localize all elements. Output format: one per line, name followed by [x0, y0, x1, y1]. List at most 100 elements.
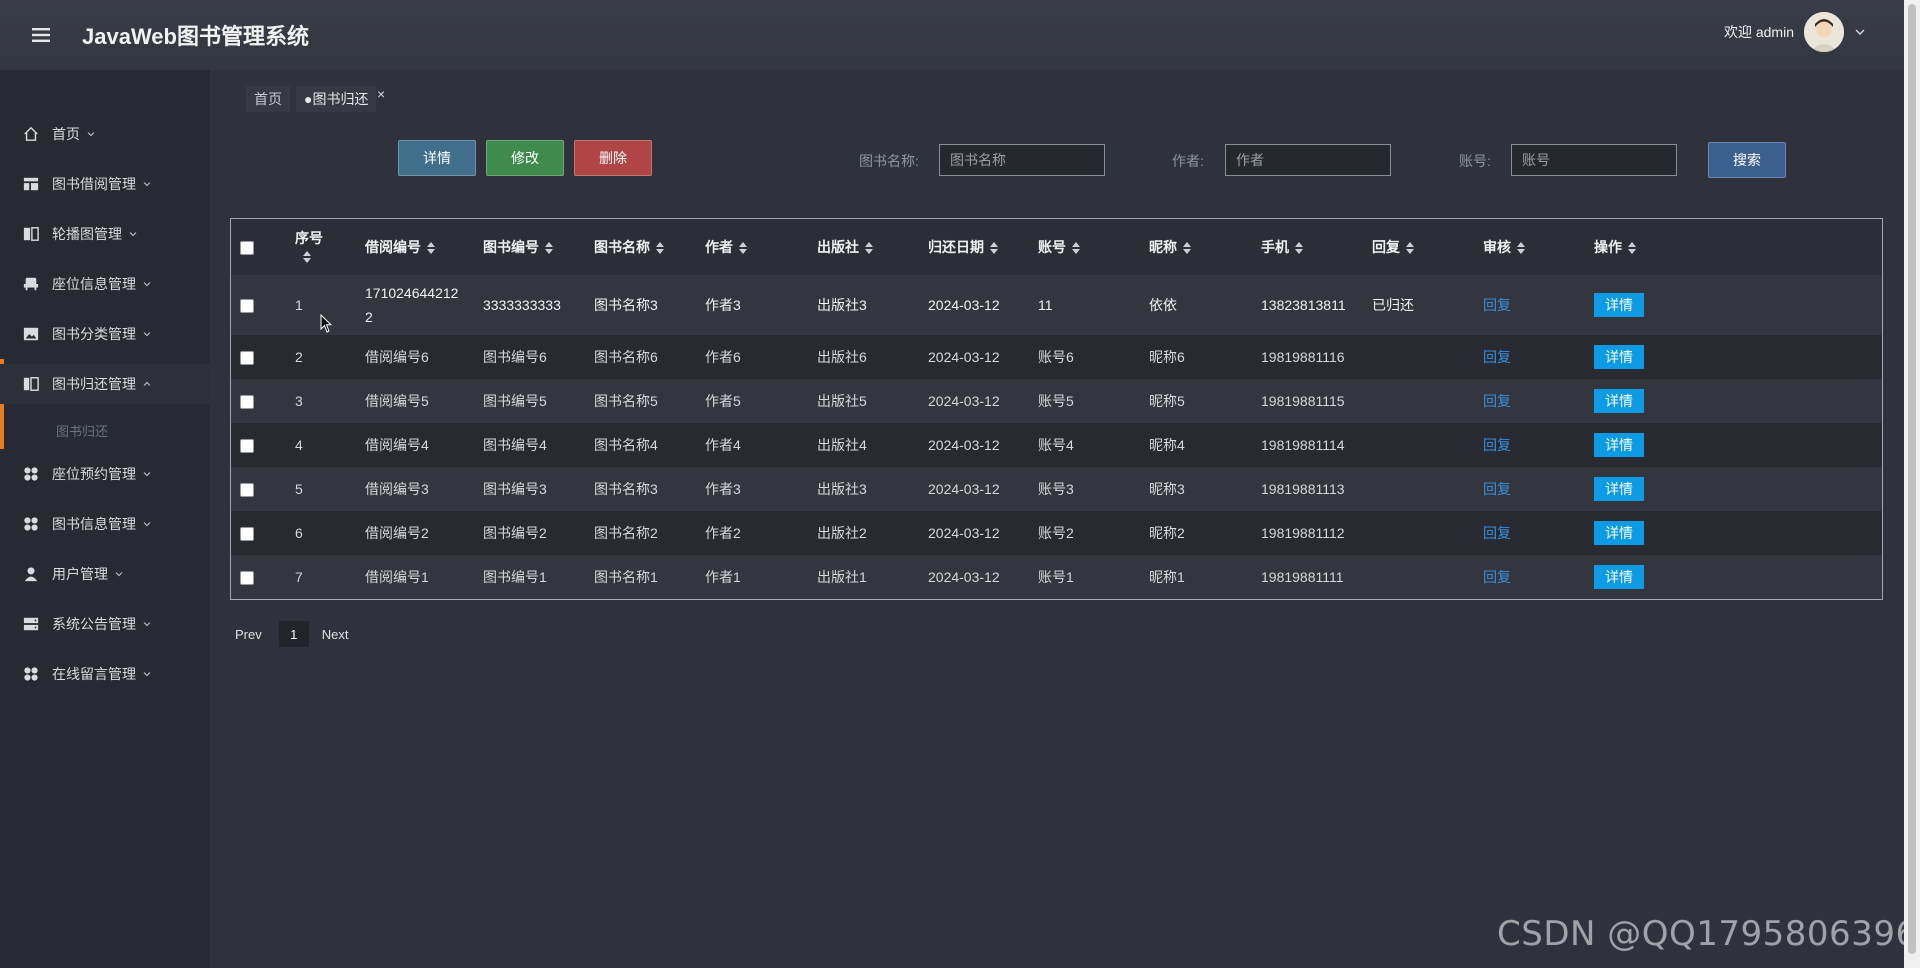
close-icon[interactable]: ×: [377, 86, 385, 102]
reply-link[interactable]: 回复: [1483, 437, 1511, 453]
book-name-input[interactable]: [939, 144, 1105, 176]
sort-icon[interactable]: [427, 242, 435, 255]
chevron-down-icon[interactable]: [1854, 26, 1866, 38]
row-detail-button[interactable]: 详情: [1594, 293, 1644, 317]
apps-icon: [22, 465, 40, 483]
row-checkbox[interactable]: [240, 483, 254, 498]
row-detail-button[interactable]: 详情: [1594, 389, 1644, 413]
column-header[interactable]: 手机: [1261, 219, 1372, 275]
table-row[interactable]: 6 借阅编号2 图书编号2 图书名称2 作者2 出版社2 2024-03-12 账号2 昵称2 1…: [231, 511, 1882, 555]
sort-icon[interactable]: [1183, 242, 1191, 255]
row-detail-button[interactable]: 详情: [1594, 433, 1644, 457]
sidebar-item-borrow[interactable]: 图书借阅管理: [0, 164, 210, 204]
sort-icon[interactable]: [1517, 242, 1525, 255]
tab-book-return[interactable]: ●图书归还: [296, 86, 377, 112]
row-checkbox[interactable]: [240, 527, 254, 542]
row-detail-button[interactable]: 详情: [1594, 345, 1644, 369]
author-input[interactable]: [1225, 144, 1391, 176]
row-detail-button[interactable]: 详情: [1594, 477, 1644, 501]
row-checkbox[interactable]: [240, 351, 254, 366]
cell-account: 账号4: [1038, 437, 1074, 453]
prev-page-button[interactable]: Prev: [235, 627, 262, 642]
sidebar-item-messages[interactable]: 在线留言管理: [0, 654, 210, 694]
row-checkbox[interactable]: [240, 571, 254, 586]
detail-button[interactable]: 详情: [398, 140, 476, 176]
sort-icon[interactable]: [1072, 242, 1080, 255]
sidebar-item-seat-booking[interactable]: 座位预约管理: [0, 454, 210, 494]
column-header[interactable]: 作者: [705, 219, 817, 275]
table-row[interactable]: 1 171024644212 2 3333333333 图书名称3 作者3 出版社3 2024…: [231, 275, 1882, 335]
column-header[interactable]: 借阅编号: [365, 219, 483, 275]
sidebar-item-home[interactable]: 首页: [0, 114, 210, 154]
table-row[interactable]: 4 借阅编号4 图书编号4 图书名称4 作者4 出版社4 2024-03-12 账号4 昵称4 1…: [231, 423, 1882, 467]
page-1-button[interactable]: 1: [278, 621, 309, 647]
sort-icon[interactable]: [545, 242, 553, 255]
cell-return-date: 2024-03-12: [928, 437, 1000, 453]
column-header[interactable]: 归还日期: [928, 219, 1038, 275]
server-icon: [22, 615, 40, 633]
tab-home[interactable]: 首页: [246, 86, 290, 112]
user-menu[interactable]: 欢迎 admin: [1724, 12, 1866, 52]
avatar[interactable]: [1804, 12, 1844, 52]
sort-icon[interactable]: [656, 242, 664, 255]
sort-icon[interactable]: [303, 251, 311, 264]
sidebar-item-category[interactable]: 图书分类管理: [0, 314, 210, 354]
menu-toggle-icon[interactable]: [0, 28, 82, 42]
column-header[interactable]: 图书名称: [594, 219, 705, 275]
table-row[interactable]: 7 借阅编号1 图书编号1 图书名称1 作者1 出版社1 2024-03-12 账号1 昵称1 1…: [231, 555, 1882, 599]
row-checkbox[interactable]: [240, 439, 254, 454]
scrollbar-thumb[interactable]: [1908, 4, 1916, 954]
sort-icon[interactable]: [739, 242, 747, 255]
table-row[interactable]: 3 借阅编号5 图书编号5 图书名称5 作者5 出版社5 2024-03-12 账号5 昵称5 1…: [231, 379, 1882, 423]
cell-author: 作者3: [705, 297, 741, 313]
row-detail-button[interactable]: 详情: [1594, 565, 1644, 589]
row-checkbox[interactable]: [240, 299, 254, 314]
cell-book-name: 图书名称3: [594, 297, 658, 313]
cell-borrow-no-line2: 2: [365, 309, 373, 325]
row-checkbox[interactable]: [240, 395, 254, 410]
reply-link[interactable]: 回复: [1483, 393, 1511, 409]
column-header[interactable]: 出版社: [817, 219, 928, 275]
column-header[interactable]: 审核: [1483, 219, 1594, 275]
column-header[interactable]: 操作: [1594, 219, 1882, 275]
scrollbar[interactable]: [1904, 0, 1920, 968]
reply-link[interactable]: 回复: [1483, 481, 1511, 497]
sidebar-item-users[interactable]: 用户管理: [0, 554, 210, 594]
sidebar-item-seat-info[interactable]: 座位信息管理: [0, 264, 210, 304]
sidebar-item-book-info[interactable]: 图书信息管理: [0, 504, 210, 544]
column-header[interactable]: 账号: [1038, 219, 1149, 275]
cell-account: 账号6: [1038, 349, 1074, 365]
search-button[interactable]: 搜索: [1708, 142, 1786, 178]
column-header[interactable]: 序号: [295, 219, 365, 275]
edit-button[interactable]: 修改: [486, 140, 564, 176]
cell-borrow-no-line1: 借阅编号6: [365, 349, 429, 365]
table-row[interactable]: 2 借阅编号6 图书编号6 图书名称6 作者6 出版社6 2024-03-12 账号6 昵称6 1…: [231, 335, 1882, 379]
account-input[interactable]: [1511, 144, 1677, 176]
delete-button[interactable]: 删除: [574, 140, 652, 176]
sidebar-subitem-return[interactable]: 图书归还: [56, 421, 108, 440]
cell-account: 11: [1038, 297, 1053, 313]
sidebar-item-announcements[interactable]: 系统公告管理: [0, 604, 210, 644]
sort-icon[interactable]: [1295, 242, 1303, 255]
sort-icon[interactable]: [1406, 242, 1414, 255]
sidebar-item-carousel[interactable]: 轮播图管理: [0, 214, 210, 254]
table-row[interactable]: 5 借阅编号3 图书编号3 图书名称3 作者3 出版社3 2024-03-12 账号3 昵称3 1…: [231, 467, 1882, 511]
reply-link[interactable]: 回复: [1483, 569, 1511, 585]
chevron-down-icon: [143, 672, 151, 677]
sort-icon[interactable]: [990, 242, 998, 255]
sort-icon[interactable]: [1628, 242, 1636, 255]
sort-icon[interactable]: [865, 242, 873, 255]
select-all-checkbox[interactable]: [240, 241, 254, 256]
next-page-button[interactable]: Next: [322, 627, 349, 642]
book-name-label: 图书名称:: [859, 153, 919, 169]
column-header[interactable]: 图书编号: [483, 219, 594, 275]
reply-link[interactable]: 回复: [1483, 349, 1511, 365]
row-detail-button[interactable]: 详情: [1594, 521, 1644, 545]
reply-link[interactable]: 回复: [1483, 525, 1511, 541]
cell-publisher: 出版社1: [817, 569, 867, 585]
column-header[interactable]: 昵称: [1149, 219, 1261, 275]
reply-link[interactable]: 回复: [1483, 297, 1511, 313]
cell-book-name: 图书名称1: [594, 569, 658, 585]
sidebar-item-return[interactable]: 图书归还管理: [0, 364, 210, 404]
column-header[interactable]: 回复: [1372, 219, 1483, 275]
